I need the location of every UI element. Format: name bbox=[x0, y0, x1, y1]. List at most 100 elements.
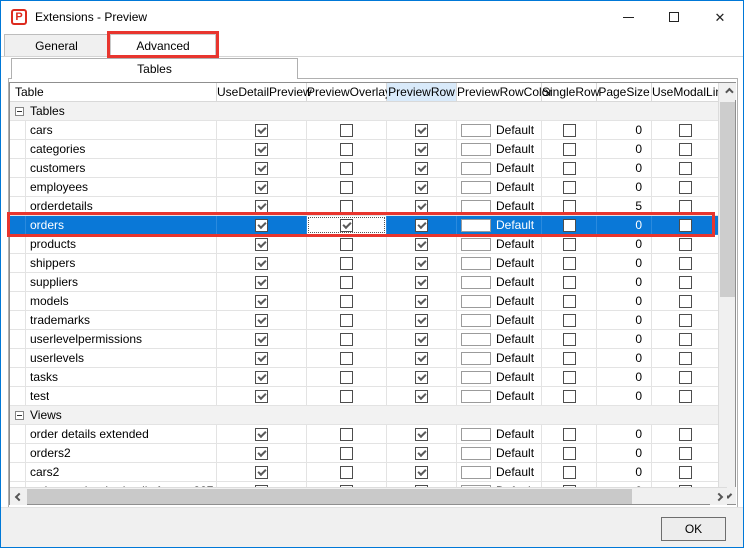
cell-previewoverlay[interactable] bbox=[307, 463, 387, 482]
scroll-up-button[interactable] bbox=[719, 83, 736, 100]
checkbox-usemodallinks[interactable] bbox=[679, 314, 692, 327]
cell-pagesize[interactable]: 0 bbox=[597, 121, 652, 140]
cell-pagesize[interactable]: 0 bbox=[597, 159, 652, 178]
cell-usedetailpreview[interactable] bbox=[217, 425, 307, 444]
cell-usedetailpreview[interactable] bbox=[217, 235, 307, 254]
table-row-suppliers[interactable]: suppliersDefault0 bbox=[10, 273, 727, 292]
checkbox-previewoverlay[interactable] bbox=[340, 390, 353, 403]
cell-pagesize[interactable]: 0 bbox=[597, 235, 652, 254]
checkbox-usedetailpreview[interactable] bbox=[255, 181, 268, 194]
color-swatch[interactable] bbox=[461, 371, 491, 384]
cell-previewrowcolor[interactable]: Default bbox=[457, 349, 542, 368]
column-header-previewrow[interactable]: PreviewRow bbox=[387, 83, 457, 101]
table-row-shippers[interactable]: shippersDefault0 bbox=[10, 254, 727, 273]
checkbox-singlerow[interactable] bbox=[563, 124, 576, 137]
cell-previewoverlay[interactable] bbox=[307, 178, 387, 197]
checkbox-singlerow[interactable] bbox=[563, 200, 576, 213]
column-header-usedetailpreview[interactable]: UseDetailPreview bbox=[217, 83, 307, 101]
checkbox-previewrow[interactable] bbox=[415, 447, 428, 460]
color-swatch[interactable] bbox=[461, 447, 491, 460]
checkbox-singlerow[interactable] bbox=[563, 352, 576, 365]
checkbox-singlerow[interactable] bbox=[563, 428, 576, 441]
cell-previewoverlay[interactable] bbox=[307, 425, 387, 444]
table-row-orderdetails[interactable]: orderdetailsDefault5 bbox=[10, 197, 727, 216]
cell-usemodallinks[interactable] bbox=[652, 178, 719, 197]
cell-previewoverlay[interactable] bbox=[307, 159, 387, 178]
maximize-button[interactable] bbox=[651, 1, 697, 33]
cell-previewrowcolor[interactable]: Default bbox=[457, 387, 542, 406]
checkbox-singlerow[interactable] bbox=[563, 143, 576, 156]
cell-pagesize[interactable]: 0 bbox=[597, 330, 652, 349]
ok-button[interactable]: OK bbox=[661, 517, 726, 541]
cell-singlerow[interactable] bbox=[542, 159, 597, 178]
cell-singlerow[interactable] bbox=[542, 140, 597, 159]
checkbox-previewoverlay[interactable] bbox=[340, 352, 353, 365]
checkbox-usemodallinks[interactable] bbox=[679, 181, 692, 194]
cell-name[interactable]: orderdetails bbox=[10, 197, 217, 216]
cell-singlerow[interactable] bbox=[542, 254, 597, 273]
column-header-pagesize[interactable]: PageSize bbox=[597, 83, 652, 101]
cell-previewrow[interactable] bbox=[387, 178, 457, 197]
horizontal-scrollbar-thumb[interactable] bbox=[27, 489, 632, 504]
checkbox-usedetailpreview[interactable] bbox=[255, 428, 268, 441]
checkbox-usemodallinks[interactable] bbox=[679, 352, 692, 365]
checkbox-previewrow[interactable] bbox=[415, 257, 428, 270]
cell-pagesize[interactable]: 0 bbox=[597, 444, 652, 463]
cell-usemodallinks[interactable] bbox=[652, 292, 719, 311]
cell-previewoverlay[interactable] bbox=[307, 311, 387, 330]
cell-previewrowcolor[interactable]: Default bbox=[457, 140, 542, 159]
cell-pagesize[interactable]: 0 bbox=[597, 178, 652, 197]
checkbox-previewoverlay[interactable] bbox=[340, 447, 353, 460]
cell-singlerow[interactable] bbox=[542, 444, 597, 463]
checkbox-previewoverlay[interactable] bbox=[340, 333, 353, 346]
checkbox-singlerow[interactable] bbox=[563, 181, 576, 194]
checkbox-previewoverlay[interactable] bbox=[340, 276, 353, 289]
cell-previewrow[interactable] bbox=[387, 197, 457, 216]
cell-usedetailpreview[interactable] bbox=[217, 273, 307, 292]
checkbox-usedetailpreview[interactable] bbox=[255, 466, 268, 479]
checkbox-usedetailpreview[interactable] bbox=[255, 295, 268, 308]
cell-singlerow[interactable] bbox=[542, 197, 597, 216]
cell-name[interactable]: tasks bbox=[10, 368, 217, 387]
checkbox-usedetailpreview[interactable] bbox=[255, 333, 268, 346]
checkbox-previewrow[interactable] bbox=[415, 238, 428, 251]
cell-pagesize[interactable]: 0 bbox=[597, 273, 652, 292]
cell-name[interactable]: test bbox=[10, 387, 217, 406]
table-row-orders2[interactable]: orders2Default0 bbox=[10, 444, 727, 463]
cell-previewrowcolor[interactable]: Default bbox=[457, 235, 542, 254]
cell-previewrowcolor[interactable]: Default bbox=[457, 216, 542, 235]
checkbox-usemodallinks[interactable] bbox=[679, 200, 692, 213]
checkbox-singlerow[interactable] bbox=[563, 238, 576, 251]
color-swatch[interactable] bbox=[461, 162, 491, 175]
cell-previewrow[interactable] bbox=[387, 463, 457, 482]
cell-pagesize[interactable]: 0 bbox=[597, 140, 652, 159]
cell-pagesize[interactable]: 0 bbox=[597, 368, 652, 387]
cell-usedetailpreview[interactable] bbox=[217, 387, 307, 406]
cell-previewoverlay[interactable] bbox=[307, 368, 387, 387]
cell-pagesize[interactable]: 0 bbox=[597, 463, 652, 482]
group-row-tables[interactable]: Tables bbox=[10, 102, 727, 121]
checkbox-previewrow[interactable] bbox=[415, 314, 428, 327]
checkbox-previewoverlay[interactable] bbox=[340, 466, 353, 479]
checkbox-usedetailpreview[interactable] bbox=[255, 238, 268, 251]
cell-name[interactable]: suppliers bbox=[10, 273, 217, 292]
cell-previewrowcolor[interactable]: Default bbox=[457, 463, 542, 482]
cell-pagesize[interactable]: 0 bbox=[597, 292, 652, 311]
cell-previewrowcolor[interactable]: Default bbox=[457, 159, 542, 178]
checkbox-previewrow[interactable] bbox=[415, 124, 428, 137]
table-row-cars[interactable]: carsDefault0 bbox=[10, 121, 727, 140]
cell-name[interactable]: orders bbox=[10, 216, 217, 235]
checkbox-singlerow[interactable] bbox=[563, 466, 576, 479]
cell-usedetailpreview[interactable] bbox=[217, 311, 307, 330]
table-row-order-details-extended[interactable]: order details extendedDefault0 bbox=[10, 425, 727, 444]
checkbox-previewrow[interactable] bbox=[415, 428, 428, 441]
cell-name[interactable]: shippers bbox=[10, 254, 217, 273]
cell-usemodallinks[interactable] bbox=[652, 444, 719, 463]
cell-pagesize[interactable]: 0 bbox=[597, 311, 652, 330]
group-row-views[interactable]: Views bbox=[10, 406, 727, 425]
color-swatch[interactable] bbox=[461, 257, 491, 270]
cell-usemodallinks[interactable] bbox=[652, 349, 719, 368]
checkbox-previewrow[interactable] bbox=[415, 276, 428, 289]
color-swatch[interactable] bbox=[461, 390, 491, 403]
cell-usemodallinks[interactable] bbox=[652, 463, 719, 482]
